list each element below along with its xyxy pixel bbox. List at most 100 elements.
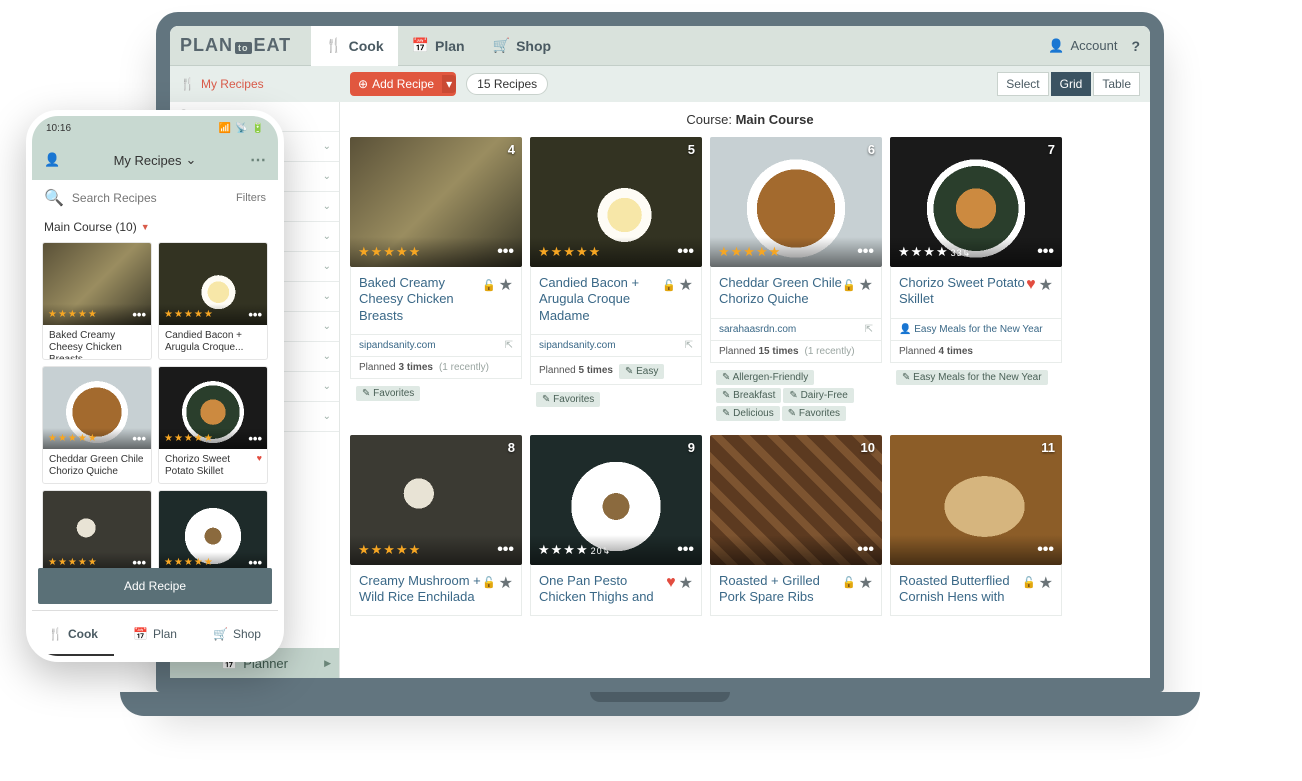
card-body: 🔓 ★ Roasted + Grilled Pork Spare Ribs [710,565,882,617]
phone-tab-shop[interactable]: 🛒 Shop [196,611,278,656]
search-icon: 🔍 [44,188,64,208]
tag[interactable]: ✎ Favorites [356,386,420,401]
star-icon[interactable]: ★ [859,573,873,593]
thumb-overlay: ★★★★20↳ ••• [530,535,702,565]
source-row[interactable]: sipandsanity.com⇱ [350,335,522,357]
recipe-thumbnail[interactable]: 4 ★★★★★ ••• [350,137,522,267]
chevron-down-icon: ⌄ [186,152,197,168]
more-icon[interactable]: ••• [497,541,514,559]
phone-thumbnail[interactable]: ★★★★★ ••• [159,243,267,325]
tag[interactable]: ✎ Easy Meals for the New Year [896,370,1048,385]
nav-cook[interactable]: 🍴 Cook [311,26,397,66]
recipe-card[interactable]: 5 ★★★★★ ••• 🔓 ★ Candied Bacon + Arugula … [530,137,702,427]
more-icon[interactable]: ••• [248,307,262,322]
phone-thumbnail[interactable]: ★★★★★ ••• [43,491,151,573]
phone-add-recipe-button[interactable]: Add Recipe [38,568,272,604]
more-icon[interactable]: ••• [857,541,874,559]
triangle-right-icon: ▶ [324,658,331,669]
phone-recipe-card[interactable]: ★★★★★ ••• Cheddar Green Chile Chorizo Qu… [42,366,152,484]
star-icon[interactable]: ★ [679,573,693,593]
tag[interactable]: ✎ Delicious [716,406,780,421]
star-icon[interactable]: ★ [679,275,693,295]
phone-thumbnail[interactable]: ★★★★★ ••• [159,367,267,449]
chevron-down-icon: ⌄ [323,411,331,422]
table-view-button[interactable]: Table [1093,72,1140,96]
more-icon[interactable]: ••• [677,243,694,261]
add-recipe-button[interactable]: ⊕ Add Recipe ▾ [350,72,456,96]
recipe-card[interactable]: 8 ★★★★★ ••• 🔓 ★ Creamy Mushroom + Wild R… [350,435,522,617]
filters-button[interactable]: Filters [236,192,266,204]
tag[interactable]: ✎ Easy [619,364,664,379]
recipe-thumbnail[interactable]: 8 ★★★★★ ••• [350,435,522,565]
source-row[interactable]: 👤 Easy Meals for the New Year [890,319,1062,341]
more-icon[interactable]: ••• [132,431,146,446]
more-icon[interactable]: ••• [248,431,262,446]
chevron-down-icon: ⌄ [323,381,331,392]
phone-thumbnail[interactable]: ★★★★★ ••• [43,367,151,449]
phone-tab-plan[interactable]: 📅 Plan [114,611,196,656]
phone-recipe-card[interactable]: ★★★★★ ••• Chorizo Sweet Potato Skillet♥ [158,366,268,484]
help-button[interactable]: ? [1131,38,1140,54]
star-icon[interactable]: ★ [499,573,513,593]
recipe-thumbnail[interactable]: 6 ★★★★★ ••• [710,137,882,267]
more-icon[interactable]: ••• [132,307,146,322]
nav-plan[interactable]: 📅 Plan [398,26,479,66]
more-icon[interactable]: ••• [677,541,694,559]
course-value: Main Course [736,112,814,127]
tag[interactable]: ✎ Favorites [782,406,846,421]
recipe-thumbnail[interactable]: 5 ★★★★★ ••• [530,137,702,267]
course-title: Course: Main Course [350,112,1150,127]
nav-cook-label: Cook [349,38,384,54]
logo-part1: PLAN [180,35,233,55]
phone-tab-cook[interactable]: 🍴 Cook [32,611,114,656]
phone-recipe-card[interactable]: ★★★★★ ••• [42,490,152,574]
star-icon[interactable]: ★ [1039,573,1053,593]
external-link-icon: ⇱ [505,340,513,351]
more-icon[interactable]: ⋯ [250,150,266,170]
tag[interactable]: ✎ Dairy-Free [783,388,853,403]
status-icons: 📶 📡 🔋 [219,123,264,134]
phone-thumbnail[interactable]: ★★★★★ ••• [159,491,267,573]
source-row[interactable]: sipandsanity.com⇱ [530,335,702,357]
recipe-card[interactable]: 10 ••• 🔓 ★ Roasted + Grilled Pork Spare … [710,435,882,617]
select-button[interactable]: Select [997,72,1048,96]
tag[interactable]: ✎ Favorites [536,392,600,407]
tag[interactable]: ✎ Breakfast [716,388,781,403]
more-icon[interactable]: ••• [1037,243,1054,261]
grid-view-button[interactable]: Grid [1051,72,1092,96]
heart-icon[interactable]: ♥ [1026,276,1036,294]
recipe-thumbnail[interactable]: 11 ••• [890,435,1062,565]
recipe-thumbnail[interactable]: 10 ••• [710,435,882,565]
source-url: sarahaasrdn.com [719,324,796,335]
heart-icon[interactable]: ♥ [666,574,676,592]
more-icon[interactable]: ••• [497,243,514,261]
phone-thumbnail[interactable]: ★★★★★ ••• [43,243,151,325]
tag[interactable]: ✎ Allergen-Friendly [716,370,814,385]
more-icon[interactable]: ••• [857,243,874,261]
recipe-card[interactable]: 11 ••• 🔓 ★ Roasted Butterflied Cornish H… [890,435,1062,617]
source-row[interactable]: sarahaasrdn.com⇱ [710,319,882,341]
search-input[interactable] [72,191,228,205]
category-dropdown[interactable]: Main Course (10) ▼ [32,216,278,242]
phone-recipe-card[interactable]: ★★★★★ ••• [158,490,268,574]
recipe-card[interactable]: 6 ★★★★★ ••• 🔓 ★ Cheddar Green Chile Chor… [710,137,882,427]
sidebar-title[interactable]: 🍴 My Recipes [180,77,340,91]
nav-shop[interactable]: 🛒 Shop [479,26,565,66]
chevron-down-icon[interactable]: ▾ [442,75,456,93]
star-icon[interactable]: ★ [499,275,513,295]
recipe-card[interactable]: 4 ★★★★★ ••• 🔓 ★ Baked Creamy Cheesy Chic… [350,137,522,427]
recipe-thumbnail[interactable]: 9 ★★★★20↳ ••• [530,435,702,565]
star-icon[interactable]: ★ [1039,275,1053,295]
phone-title[interactable]: My Recipes ⌄ [114,152,197,168]
recipe-card[interactable]: 9 ★★★★20↳ ••• ♥ ★ One Pan Pesto Chicken … [530,435,702,617]
recipe-card[interactable]: 7 ★★★★33↳ ••• ♥ ★ Chorizo Sweet Potato S… [890,137,1062,427]
phone-recipe-card[interactable]: ★★★★★ ••• Baked Creamy Cheesy Chicken Br… [42,242,152,360]
my-recipes-label: My Recipes [201,77,264,91]
user-icon[interactable]: 👤 [44,152,60,168]
star-icon[interactable]: ★ [859,275,873,295]
account-menu[interactable]: 👤 Account [1048,38,1117,54]
recipe-thumbnail[interactable]: 7 ★★★★33↳ ••• [890,137,1062,267]
recipe-number: 10 [861,440,875,455]
phone-recipe-card[interactable]: ★★★★★ ••• Candied Bacon + Arugula Croque… [158,242,268,360]
more-icon[interactable]: ••• [1037,541,1054,559]
